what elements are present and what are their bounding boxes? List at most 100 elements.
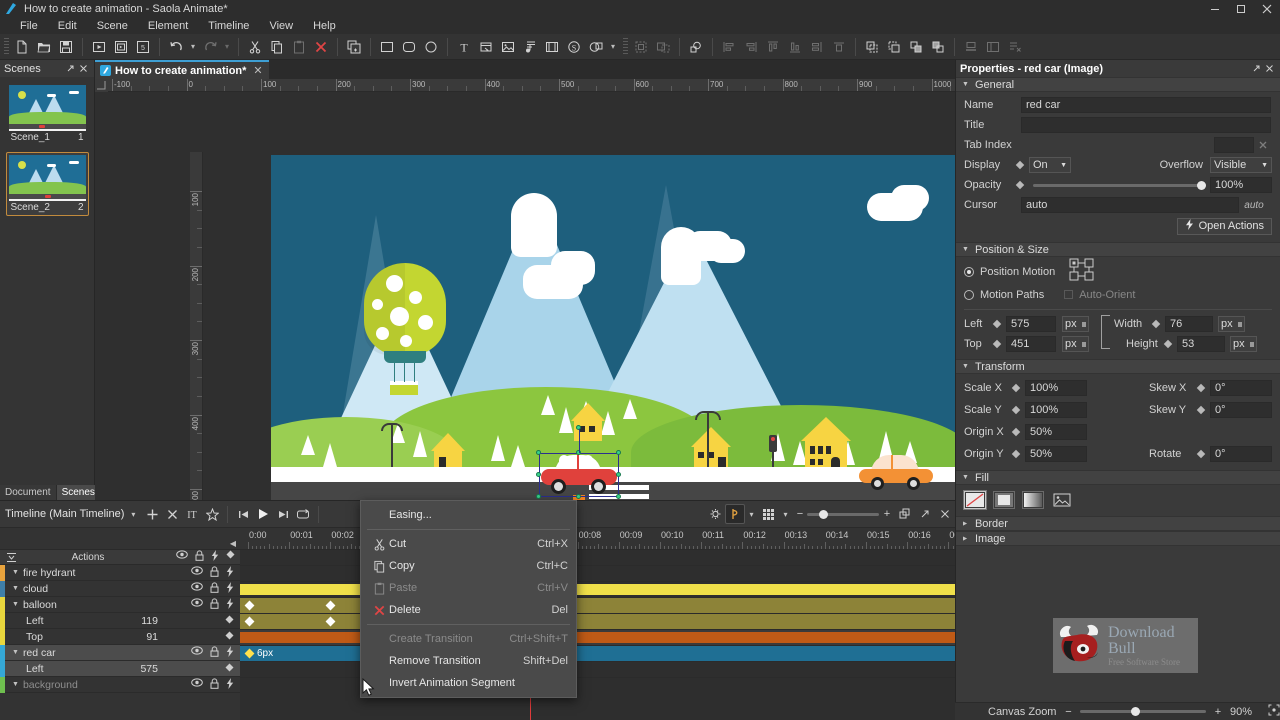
keyframe-diamond-icon[interactable]	[1197, 450, 1206, 459]
play-icon[interactable]	[253, 504, 273, 524]
top-unit-select[interactable]: px	[1062, 336, 1089, 352]
close-icon[interactable]	[935, 504, 955, 524]
vertical-ruler[interactable]: 100200300400500	[190, 152, 203, 560]
menu-timeline[interactable]: Timeline	[198, 18, 259, 34]
timeline-lane[interactable]	[240, 566, 955, 582]
horizontal-ruler[interactable]: -10001002003004005006007008009001000	[108, 79, 955, 92]
context-menu-item[interactable]: DeleteDel	[361, 599, 576, 621]
selection-handle[interactable]	[616, 450, 621, 455]
width-field[interactable]: 76	[1165, 316, 1213, 332]
keyframe-diamond-icon[interactable]	[993, 320, 1002, 329]
solid-fill-icon[interactable]	[993, 491, 1015, 509]
selection-handle[interactable]	[536, 494, 541, 499]
timeline-track-row[interactable]: ▼background	[0, 677, 240, 693]
keyframe-diamond-icon[interactable]	[1197, 384, 1206, 393]
lock-aspect-ratio-icon[interactable]	[1101, 315, 1110, 349]
open-folder-icon[interactable]	[33, 36, 55, 58]
ruler-origin-corner[interactable]	[95, 79, 108, 92]
ellipse-icon[interactable]	[420, 36, 442, 58]
height-unit-select[interactable]: px	[1230, 336, 1257, 352]
hot-air-balloon[interactable]	[364, 263, 446, 393]
width-unit-select[interactable]: px	[1218, 316, 1245, 332]
opacity-slider[interactable]	[1033, 184, 1206, 187]
timeline-track-row[interactable]: Top91	[0, 629, 240, 645]
timeline-track-row[interactable]: ▼balloon	[0, 597, 240, 613]
onion-skin-icon[interactable]	[705, 504, 725, 524]
expand-all-icon[interactable]	[0, 552, 22, 563]
send-to-back-icon[interactable]	[883, 36, 905, 58]
expand-icon[interactable]	[1250, 62, 1263, 75]
display-select[interactable]: On ▼	[1029, 157, 1071, 173]
timeline-tracks[interactable]: 0:0000:0100:0200:0300:0400:0500:0600:070…	[240, 528, 955, 720]
audio-icon[interactable]	[519, 36, 541, 58]
selection-handle[interactable]	[536, 472, 541, 477]
no-fill-icon[interactable]	[964, 491, 986, 509]
lightning-icon[interactable]	[226, 678, 234, 692]
skew-x-field[interactable]: 0°	[1210, 380, 1272, 396]
context-menu-item[interactable]: CutCtrl+X	[361, 533, 576, 555]
keyframe-diamond-icon[interactable]	[1012, 428, 1021, 437]
keyframe-diamond-icon[interactable]	[1197, 406, 1206, 415]
keyframe-diamond-icon[interactable]	[1012, 406, 1021, 415]
canvas-viewport[interactable]	[203, 152, 1050, 560]
lock-icon[interactable]	[195, 550, 204, 564]
context-menu-item[interactable]: Invert Animation Segment	[361, 672, 576, 694]
lightning-icon[interactable]	[226, 566, 234, 580]
selection-handle[interactable]	[616, 494, 621, 499]
track-expand-caret-icon[interactable]: ▼	[12, 649, 19, 656]
cursor-field[interactable]: auto	[1021, 197, 1239, 213]
canvas-zoom-out-button[interactable]: −	[1062, 706, 1074, 718]
new-document-icon[interactable]	[11, 36, 33, 58]
video-icon[interactable]	[541, 36, 563, 58]
save-icon[interactable]	[55, 36, 77, 58]
preview-icon[interactable]	[88, 36, 110, 58]
track-value[interactable]: 91	[118, 631, 158, 643]
canvas-zoom-in-button[interactable]: +	[1212, 706, 1224, 718]
section-general[interactable]: ▼ General	[956, 77, 1280, 92]
undo-icon[interactable]	[165, 36, 187, 58]
track-value[interactable]: 575	[118, 663, 158, 675]
scene-stage[interactable]	[271, 155, 963, 544]
cut-icon[interactable]	[244, 36, 266, 58]
align-right-icon[interactable]	[740, 36, 762, 58]
collapse-tracks-icon[interactable]: ◀	[230, 539, 236, 548]
lightning-icon[interactable]	[226, 598, 234, 612]
toolbar-grip-2[interactable]	[623, 38, 628, 56]
maximize-button[interactable]	[1228, 0, 1254, 18]
ungroup-selection-icon[interactable]	[652, 36, 674, 58]
eye-icon[interactable]	[191, 646, 203, 660]
gradient-fill-icon[interactable]	[1022, 491, 1044, 509]
keyframe-diamond-icon[interactable]	[1016, 181, 1025, 190]
go-to-start-icon[interactable]	[233, 504, 253, 524]
group-selection-icon[interactable]	[630, 36, 652, 58]
close-icon[interactable]	[77, 62, 90, 75]
document-tab-close-icon[interactable]: ✕	[253, 64, 262, 77]
position-motion-radio[interactable]	[964, 267, 974, 277]
lock-icon[interactable]	[210, 598, 219, 612]
go-to-end-icon[interactable]	[273, 504, 293, 524]
left-field[interactable]: 575	[1006, 316, 1056, 332]
left-unit-select[interactable]: px	[1062, 316, 1089, 332]
timeline-zoom-slider[interactable]	[807, 513, 879, 516]
align-center-h-icon[interactable]	[806, 36, 828, 58]
name-field[interactable]: red car	[1021, 97, 1271, 113]
track-expand-caret-icon[interactable]: ▼	[12, 601, 19, 608]
property-animation-bar[interactable]	[240, 598, 955, 613]
lock-icon[interactable]	[210, 566, 219, 580]
align-bottom-icon[interactable]	[784, 36, 806, 58]
clear-format-icon[interactable]	[1004, 36, 1026, 58]
fit-timeline-icon[interactable]	[895, 504, 915, 524]
timeline-lane[interactable]: 6px	[240, 646, 955, 662]
context-menu-item[interactable]: CopyCtrl+C	[361, 555, 576, 577]
lightning-icon[interactable]	[226, 646, 234, 660]
layout-icon[interactable]	[982, 36, 1004, 58]
height-field[interactable]: 53	[1177, 336, 1225, 352]
orange-car[interactable]	[859, 455, 933, 489]
animation-bar[interactable]	[240, 584, 955, 595]
paste-icon[interactable]	[288, 36, 310, 58]
timeline-lane[interactable]	[240, 550, 955, 566]
align-left-icon[interactable]	[718, 36, 740, 58]
menu-edit[interactable]: Edit	[48, 18, 87, 34]
keyframe-diamond-icon[interactable]	[1016, 161, 1025, 170]
bring-forward-icon[interactable]	[905, 36, 927, 58]
